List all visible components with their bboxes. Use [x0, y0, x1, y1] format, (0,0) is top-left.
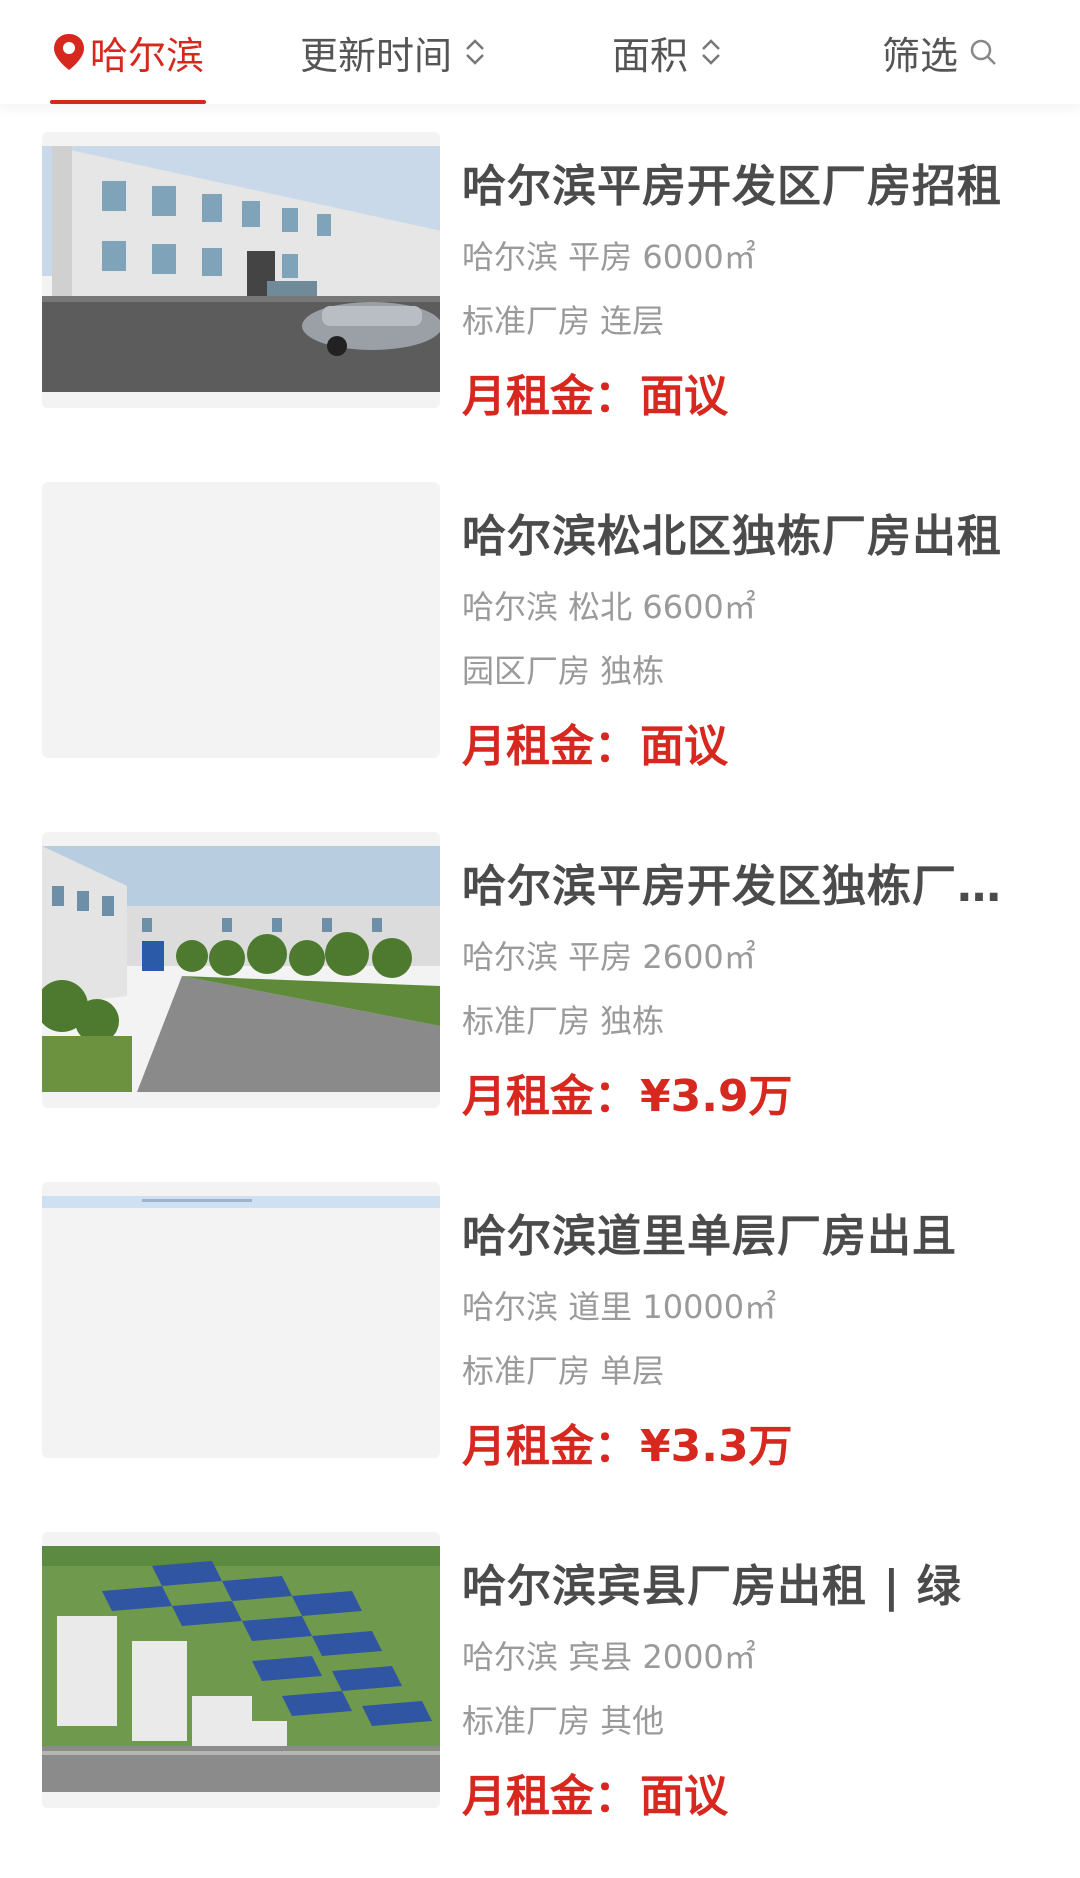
price-value: 面议 [640, 1771, 728, 1822]
price-label: 月租金： [462, 1771, 638, 1822]
listing-tags: 标准厂房 单层 [462, 1352, 665, 1390]
listing-tags: 园区厂房 独栋 [462, 652, 665, 690]
location-pin-icon [54, 34, 84, 70]
listing-title: 哈尔滨松北区独栋厂房出租 [462, 511, 1002, 562]
listing-tags: 标准厂房 其他 [462, 1702, 665, 1740]
listing-card[interactable]: 哈尔滨道里单层厂房出且 哈尔滨 道里 10000㎡ 标准厂房 单层 月租金：¥3… [0, 1154, 1080, 1484]
city-label: 哈尔滨 [90, 33, 205, 78]
listing-card[interactable]: 哈尔滨平房开发区独栋厂房出租 哈尔滨 平房 2600㎡ 标准厂房 独栋 月租金：… [0, 804, 1080, 1134]
price-label: 月租金： [462, 721, 638, 772]
listing-title: 哈尔滨平房开发区厂房招租 [462, 161, 1002, 212]
listing-card[interactable]: 哈尔滨松北区独栋厂房出租 哈尔滨 松北 6600㎡ 园区厂房 独栋 月租金：面议 [0, 454, 1080, 784]
price-label: 月租金： [462, 1071, 638, 1122]
listing-price: 月租金：面议 [462, 360, 728, 424]
sort-update-time-label: 更新时间 [300, 33, 453, 78]
factory-courtyard-photo [42, 846, 440, 1092]
listing-location-size: 哈尔滨 松北 6600㎡ [462, 588, 756, 626]
listing-location-size: 哈尔滨 道里 10000㎡ [462, 1288, 777, 1326]
listing-image [42, 832, 440, 1108]
filter-bar: 哈尔滨 更新时间 面积 筛选 [0, 0, 1080, 104]
listing-image-placeholder [42, 1182, 440, 1458]
listing-price: 月租金：¥3.9万 [462, 1060, 793, 1124]
listing-image [42, 1532, 440, 1808]
listing-title: 哈尔滨平房开发区独栋厂房出租 [462, 861, 1002, 912]
listing-location-size: 哈尔滨 平房 6000㎡ [462, 238, 756, 276]
price-label: 月租金： [462, 1421, 638, 1472]
price-value: ¥3.9万 [640, 1071, 793, 1122]
industrial-park-render [42, 1546, 440, 1792]
search-icon [970, 39, 996, 65]
sort-update-time[interactable]: 更新时间 [300, 0, 486, 104]
listing-title: 哈尔滨宾县厂房出租 | 绿 [462, 1561, 962, 1612]
listing-image [42, 132, 440, 408]
listing-card[interactable]: 哈尔滨宾县厂房出租 | 绿 哈尔滨 宾县 2000㎡ 标准厂房 其他 月租金：面… [0, 1504, 1080, 1834]
listing-tags: 标准厂房 独栋 [462, 1002, 665, 1040]
city-selector[interactable]: 哈尔滨 [50, 0, 207, 104]
factory-photo [42, 146, 440, 392]
listing-card[interactable]: 哈尔滨平房开发区厂房招租 哈尔滨 平房 6000㎡ 标准厂房 连层 月租金：面议 [0, 104, 1080, 434]
price-label: 月租金： [462, 371, 638, 422]
sort-area[interactable]: 面积 [612, 0, 722, 104]
price-value: 面议 [640, 721, 728, 772]
listing-title: 哈尔滨道里单层厂房出且 [462, 1211, 957, 1262]
sort-arrows-icon [700, 38, 722, 66]
listing-price: 月租金：¥3.3万 [462, 1410, 793, 1474]
sort-arrows-icon [464, 38, 486, 66]
price-value: 面议 [640, 371, 728, 422]
filter-label: 筛选 [882, 33, 959, 78]
listing-location-size: 哈尔滨 宾县 2000㎡ [462, 1638, 756, 1676]
sky-strip [42, 1196, 440, 1208]
listing-location-size: 哈尔滨 平房 2600㎡ [462, 938, 756, 976]
listing-price: 月租金：面议 [462, 1760, 728, 1824]
listing-tags: 标准厂房 连层 [462, 302, 665, 340]
sort-area-label: 面积 [612, 33, 689, 78]
listing-price: 月租金：面议 [462, 710, 728, 774]
filter-button[interactable]: 筛选 [882, 0, 998, 104]
listing-image-placeholder [42, 482, 440, 758]
price-value: ¥3.3万 [640, 1421, 793, 1472]
